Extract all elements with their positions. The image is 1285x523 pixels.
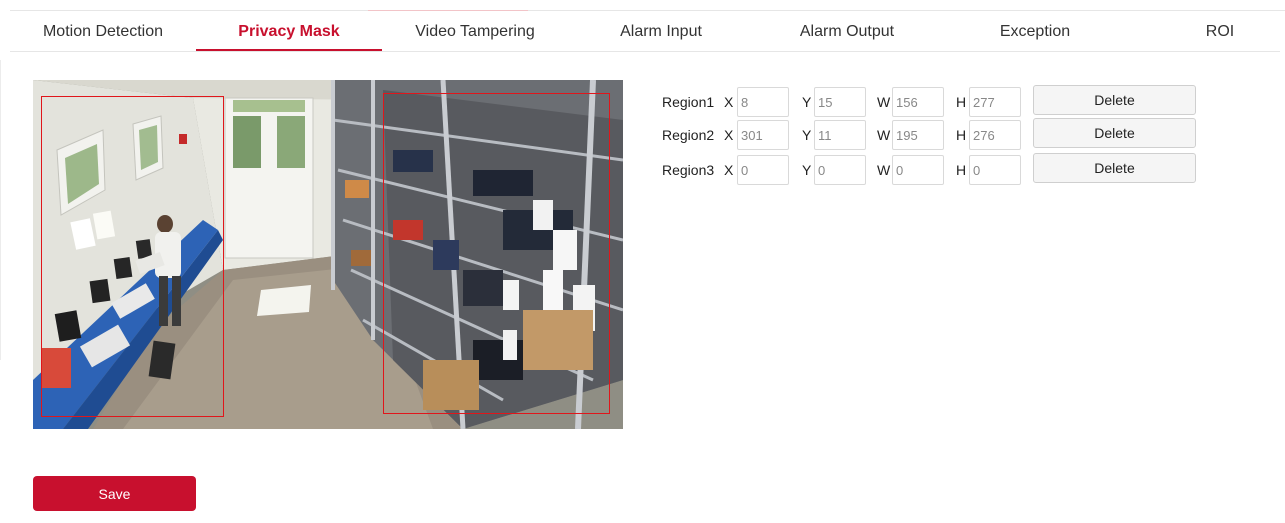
w-label: W <box>877 127 891 143</box>
y-label: Y <box>802 162 812 178</box>
region-1-w-input[interactable] <box>892 87 944 117</box>
region-3-h-input[interactable] <box>969 155 1021 185</box>
y-label: Y <box>802 127 812 143</box>
w-label: W <box>877 94 891 110</box>
region-label: Region3 <box>662 162 715 178</box>
region-3-w-input[interactable] <box>892 155 944 185</box>
region-label: Region1 <box>662 94 715 110</box>
camera-preview[interactable] <box>33 80 623 429</box>
tab-roi[interactable]: ROI <box>1180 11 1260 51</box>
y-label: Y <box>802 94 812 110</box>
privacy-mask-region-2[interactable] <box>383 93 610 414</box>
region-3-delete-button[interactable]: Delete <box>1033 153 1196 183</box>
left-edge-line <box>0 60 1 360</box>
tab-alarm-output[interactable]: Alarm Output <box>754 11 940 51</box>
tab-alarm-input[interactable]: Alarm Input <box>568 11 754 51</box>
region-label: Region2 <box>662 127 715 143</box>
x-label: X <box>724 127 734 143</box>
h-label: H <box>956 127 967 143</box>
privacy-mask-region-1[interactable] <box>41 96 224 417</box>
region-2-w-input[interactable] <box>892 120 944 150</box>
save-button[interactable]: Save <box>33 476 196 511</box>
region-2-h-input[interactable] <box>969 120 1021 150</box>
tab-privacy-mask[interactable]: Privacy Mask <box>196 11 382 51</box>
tab-exception[interactable]: Exception <box>940 11 1130 51</box>
region-1-y-input[interactable] <box>814 87 866 117</box>
tab-video-tampering[interactable]: Video Tampering <box>382 11 568 51</box>
h-label: H <box>956 94 967 110</box>
region-1-h-input[interactable] <box>969 87 1021 117</box>
tab-motion-detection[interactable]: Motion Detection <box>10 11 196 51</box>
region-2-y-input[interactable] <box>814 120 866 150</box>
region-1-x-input[interactable] <box>737 87 789 117</box>
tab-bar: Motion Detection Privacy Mask Video Tamp… <box>10 11 1280 52</box>
x-label: X <box>724 162 734 178</box>
h-label: H <box>956 162 967 178</box>
region-3-x-input[interactable] <box>737 155 789 185</box>
region-3-y-input[interactable] <box>814 155 866 185</box>
w-label: W <box>877 162 891 178</box>
x-label: X <box>724 94 734 110</box>
region-2-x-input[interactable] <box>737 120 789 150</box>
region-2-delete-button[interactable]: Delete <box>1033 118 1196 148</box>
region-1-delete-button[interactable]: Delete <box>1033 85 1196 115</box>
